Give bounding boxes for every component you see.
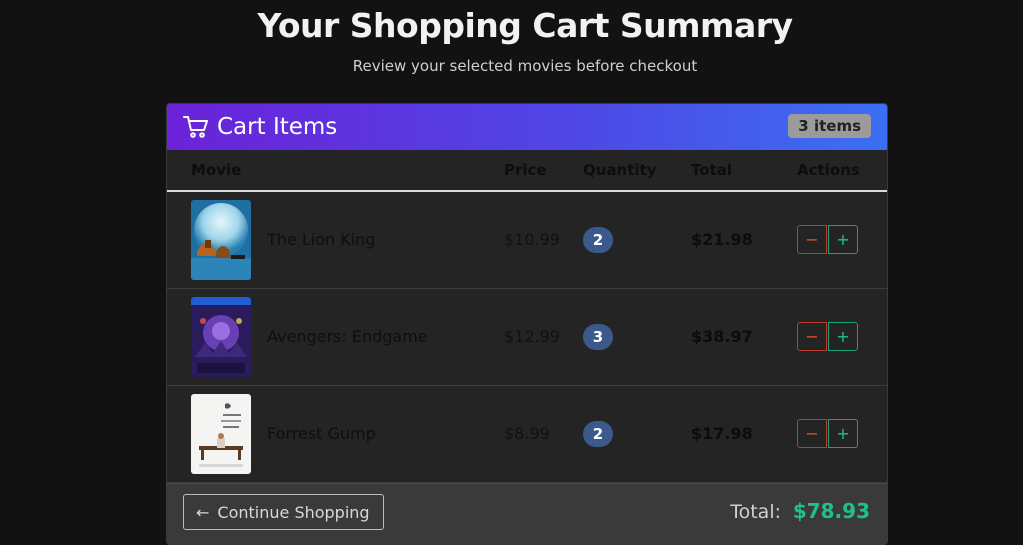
movie-title: Forrest Gump — [267, 424, 376, 443]
table-row: The Lion King $10.99 2 $21.98 − + — [167, 191, 887, 288]
cart-title: Cart Items — [217, 114, 338, 140]
movie-title: The Lion King — [267, 230, 376, 250]
cart-card: Cart Items 3 items Movie Price Quantity … — [166, 103, 888, 545]
plus-icon: + — [836, 424, 850, 443]
item-price: $8.99 — [504, 424, 550, 443]
minus-icon: − — [805, 327, 819, 346]
plus-icon: + — [836, 230, 850, 250]
table-header-row: Movie Price Quantity Total Actions — [167, 150, 887, 192]
increase-quantity-button[interactable]: + — [828, 322, 858, 351]
minus-icon: − — [805, 230, 819, 250]
column-header-quantity: Quantity — [583, 150, 691, 192]
cart-footer: ← Continue Shopping Total: $78.93 — [167, 483, 887, 544]
movie-poster — [191, 296, 251, 377]
column-header-total: Total — [691, 150, 797, 192]
page-subtitle: Review your selected movies before check… — [352, 57, 698, 75]
page-title: Your Shopping Cart Summary — [257, 6, 794, 45]
quantity-badge: 2 — [583, 420, 613, 447]
cart-total-label: Total: — [730, 501, 781, 523]
quantity-badge: 2 — [583, 226, 613, 253]
plus-icon: + — [836, 327, 850, 346]
table-row: Forrest Gump $8.99 2 $17.98 − + — [167, 385, 887, 482]
increase-quantity-button[interactable]: + — [828, 419, 858, 448]
item-price: $10.99 — [504, 230, 560, 250]
item-total: $17.98 — [691, 424, 753, 443]
cart-total-value: $78.93 — [792, 499, 870, 523]
continue-shopping-button[interactable]: ← Continue Shopping — [183, 494, 384, 530]
item-total: $21.98 — [691, 230, 753, 250]
decrease-quantity-button[interactable]: − — [797, 322, 827, 351]
movie-poster — [191, 199, 251, 280]
shopping-cart-icon — [183, 114, 209, 140]
item-total: $38.97 — [691, 327, 753, 346]
decrease-quantity-button[interactable]: − — [797, 419, 827, 448]
column-header-movie: Movie — [167, 150, 504, 192]
increase-quantity-button[interactable]: + — [828, 225, 858, 255]
item-price: $12.99 — [504, 327, 560, 346]
cart-header: Cart Items 3 items — [167, 104, 887, 150]
movie-title: Avengers: Endgame — [267, 327, 428, 346]
movie-poster — [191, 393, 251, 474]
continue-shopping-label: Continue Shopping — [217, 502, 370, 522]
decrease-quantity-button[interactable]: − — [797, 225, 827, 255]
quantity-badge: 3 — [583, 323, 613, 350]
column-header-actions: Actions — [797, 150, 887, 192]
cart-table: Movie Price Quantity Total Actions The L… — [167, 150, 887, 483]
arrow-left-icon: ← — [196, 502, 210, 522]
minus-icon: − — [805, 424, 819, 443]
column-header-price: Price — [504, 150, 583, 192]
table-row: Avengers: Endgame $12.99 3 $38.97 − + — [167, 288, 887, 385]
items-count-badge: 3 items — [788, 114, 871, 138]
